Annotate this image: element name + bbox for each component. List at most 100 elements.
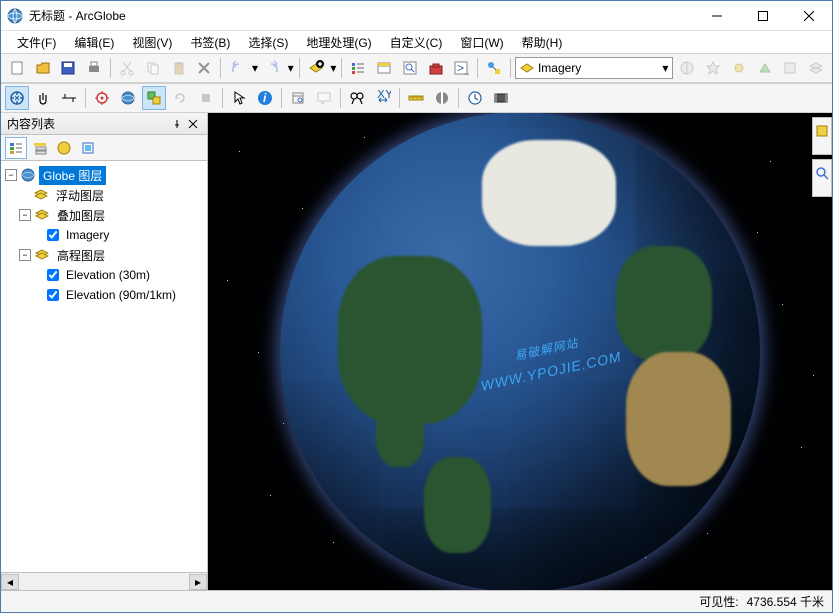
redo-dropdown[interactable]: ▾: [287, 61, 295, 75]
effects-3d-button[interactable]: [753, 56, 777, 80]
maximize-button[interactable]: [740, 1, 786, 31]
elev90-checkbox[interactable]: [47, 289, 59, 301]
tree-draped-row[interactable]: − 叠加图层: [3, 205, 205, 225]
toc-hscroll[interactable]: ◂ ▸: [1, 572, 207, 590]
layer-group-icon: [33, 187, 49, 203]
stop-button[interactable]: [194, 86, 218, 110]
cut-button[interactable]: [115, 56, 139, 80]
layer-selector-value: Imagery: [538, 61, 581, 75]
scroll-right-icon[interactable]: ▸: [189, 574, 207, 590]
separator: [299, 58, 300, 78]
new-button[interactable]: [5, 56, 29, 80]
menubar: 文件(F) 编辑(E) 视图(V) 书签(B) 选择(S) 地理处理(G) 自定…: [1, 31, 832, 53]
effects-transparency-button[interactable]: [779, 56, 803, 80]
search-tab[interactable]: 搜索: [812, 159, 832, 197]
effects-layer-button[interactable]: [804, 56, 828, 80]
pin-icon[interactable]: [169, 116, 185, 132]
tree-floating-row[interactable]: 浮动图层: [3, 185, 205, 205]
globe-view[interactable]: 易破解网站 WWW.YPOJIE.COM: [208, 113, 832, 590]
add-data-button[interactable]: [304, 56, 328, 80]
time-slider-button[interactable]: [463, 86, 487, 110]
zoom-in-out-tool[interactable]: [57, 86, 81, 110]
effects-brightness-button[interactable]: [727, 56, 751, 80]
refresh-button[interactable]: [168, 86, 192, 110]
navigate-tool[interactable]: [5, 86, 29, 110]
list-by-visibility-tab[interactable]: [53, 137, 75, 159]
toc-button[interactable]: [346, 56, 370, 80]
identify-tool[interactable]: i: [253, 86, 277, 110]
svg-text:>_: >_: [457, 61, 469, 75]
search-tab-label: 搜索: [799, 166, 813, 190]
close-icon[interactable]: [185, 116, 201, 132]
tree-root-row[interactable]: − Globe 图层: [3, 165, 205, 185]
menu-view[interactable]: 视图(V): [124, 32, 180, 53]
open-button[interactable]: [31, 56, 55, 80]
tree-imagery-row[interactable]: Imagery: [3, 225, 205, 245]
full-extent-button[interactable]: [116, 86, 140, 110]
scroll-left-icon[interactable]: ◂: [1, 574, 19, 590]
menu-geoprocessing[interactable]: 地理处理(G): [298, 32, 379, 53]
hyperlink-tool[interactable]: [286, 86, 310, 110]
list-by-drawing-order-tab[interactable]: [5, 137, 27, 159]
html-popup-tool[interactable]: [312, 86, 336, 110]
measure-tool[interactable]: [404, 86, 428, 110]
collapse-icon[interactable]: −: [19, 249, 31, 261]
tree-elev30-row[interactable]: Elevation (30m): [3, 265, 205, 285]
print-button[interactable]: [82, 56, 106, 80]
separator: [399, 88, 400, 108]
add-data-dropdown[interactable]: ▾: [329, 61, 337, 75]
menu-window[interactable]: 窗口(W): [452, 32, 511, 53]
menu-file[interactable]: 文件(F): [9, 32, 64, 53]
visibility-label: 可见性:: [699, 593, 738, 610]
goto-xy-tool[interactable]: XY: [371, 86, 395, 110]
separator: [220, 58, 221, 78]
list-by-source-tab[interactable]: [29, 137, 51, 159]
list-by-selection-tab[interactable]: [77, 137, 99, 159]
elev30-checkbox[interactable]: [47, 269, 59, 281]
collapse-icon[interactable]: −: [19, 209, 31, 221]
separator: [222, 88, 223, 108]
tree-floating-label: 浮动图层: [52, 186, 108, 205]
tree-imagery-label: Imagery: [62, 227, 113, 243]
find-tool[interactable]: [345, 86, 369, 110]
delete-button[interactable]: [192, 56, 216, 80]
menu-edit[interactable]: 编辑(E): [66, 32, 122, 53]
menu-customize[interactable]: 自定义(C): [382, 32, 451, 53]
tree-elev90-row[interactable]: Elevation (90m/1km): [3, 285, 205, 305]
undo-dropdown[interactable]: ▾: [251, 61, 259, 75]
effects-flicker-button[interactable]: [701, 56, 725, 80]
collapse-icon[interactable]: −: [5, 169, 17, 181]
minimize-button[interactable]: [694, 1, 740, 31]
search-window-button[interactable]: [398, 56, 422, 80]
titlebar: 无标题 - ArcGlobe: [1, 1, 832, 31]
menu-help[interactable]: 帮助(H): [514, 32, 571, 53]
model-builder-button[interactable]: [482, 56, 506, 80]
separator: [341, 58, 342, 78]
toolbox-button[interactable]: [424, 56, 448, 80]
close-button[interactable]: [786, 1, 832, 31]
pan-tool[interactable]: [31, 86, 55, 110]
scroll-track[interactable]: [19, 574, 189, 590]
globe-icon: [20, 167, 36, 183]
undo-button[interactable]: [225, 56, 249, 80]
target-tool[interactable]: [90, 86, 114, 110]
python-button[interactable]: >_: [449, 56, 473, 80]
layer-group-icon: [34, 207, 50, 223]
effects-swipe-button[interactable]: [675, 56, 699, 80]
separator: [477, 58, 478, 78]
redo-button[interactable]: [261, 56, 285, 80]
tree-elevation-group-row[interactable]: − 高程图层: [3, 245, 205, 265]
layer-selector[interactable]: Imagery ▾: [515, 57, 673, 79]
animation-button[interactable]: [489, 86, 513, 110]
catalog-tab[interactable]: 目录: [812, 117, 832, 155]
swipe-tool[interactable]: [430, 86, 454, 110]
catalog-window-button[interactable]: [372, 56, 396, 80]
menu-bookmarks[interactable]: 书签(B): [182, 32, 238, 53]
imagery-checkbox[interactable]: [47, 229, 59, 241]
save-button[interactable]: [57, 56, 81, 80]
copy-button[interactable]: [141, 56, 165, 80]
paste-button[interactable]: [167, 56, 191, 80]
menu-selection[interactable]: 选择(S): [240, 32, 296, 53]
zoom-box-tool[interactable]: [142, 86, 166, 110]
select-tool[interactable]: [227, 86, 251, 110]
